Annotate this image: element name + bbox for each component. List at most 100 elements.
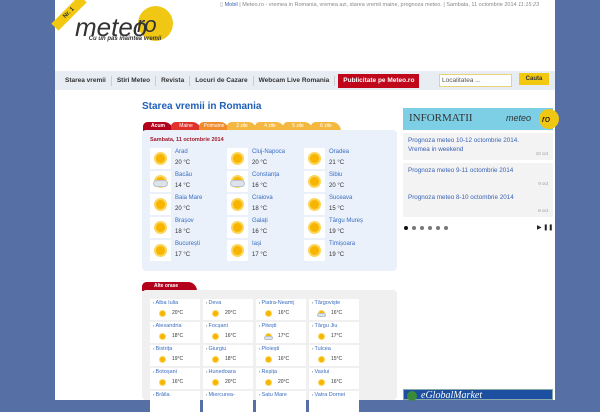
news-date: 10 oct: [535, 151, 548, 156]
city-name[interactable]: Târgu Jiu: [312, 323, 338, 329]
city-name[interactable]: Târgu Mureș: [329, 218, 363, 224]
ad-banner[interactable]: eGlobalMarket: [403, 389, 553, 400]
other-city-item[interactable]: Piatra-Neamț 16°C: [256, 299, 306, 320]
city-item[interactable]: Oradea 21 °C: [304, 148, 376, 170]
city-item[interactable]: Iași 17 °C: [227, 240, 299, 262]
city-item[interactable]: Baia Mare 20 °C: [150, 194, 222, 216]
city-name[interactable]: Alexandria: [153, 323, 182, 329]
other-city-item[interactable]: Pitești17°C: [256, 322, 306, 343]
city-name[interactable]: Târgoviște: [312, 300, 341, 306]
city-name[interactable]: Cluj-Napoca: [252, 149, 285, 155]
other-city-item[interactable]: Vatra Dornei: [309, 391, 359, 412]
carousel-dot[interactable]: [404, 226, 408, 230]
other-city-item[interactable]: Târgu Jiu 17°C: [309, 322, 359, 343]
city-item[interactable]: Timișoara 19 °C: [304, 240, 376, 262]
city-name[interactable]: Reșița: [259, 369, 278, 375]
city-item[interactable]: Arad 20 °C: [150, 148, 222, 170]
other-city-item[interactable]: Tulcea15°C: [309, 345, 359, 366]
city-name[interactable]: Brașov: [175, 218, 194, 224]
search-input[interactable]: Localitatea ...: [439, 74, 512, 87]
nav-locuri-cazare[interactable]: Locuri de Cazare: [190, 75, 254, 86]
city-item[interactable]: Bacău 14 °C: [150, 171, 222, 193]
other-city-item[interactable]: Ploiești 16°C: [256, 345, 306, 366]
nav-revista[interactable]: Revista: [156, 75, 191, 86]
mobile-icon: ▯: [220, 2, 224, 8]
news-title[interactable]: Prognoza meteo 8-10 octombrie 2014: [408, 193, 528, 202]
city-item[interactable]: Suceava 15 °C: [304, 194, 376, 216]
search-button[interactable]: Cauta: [519, 73, 549, 85]
nav-stiri-meteo[interactable]: Stiri Meteo: [112, 75, 157, 86]
other-city-item[interactable]: Alexandria 18°C: [150, 322, 200, 343]
city-name[interactable]: Deva: [206, 300, 222, 306]
city-name[interactable]: Bacău: [175, 172, 192, 178]
city-name[interactable]: Satu Mare: [259, 392, 287, 398]
city-name[interactable]: Galați: [252, 218, 268, 224]
other-city-item[interactable]: Bistrița 19°C: [150, 345, 200, 366]
city-name[interactable]: Miercurea-: [206, 392, 235, 398]
news-title[interactable]: Prognoza meteo 9-11 octombrie 2014: [408, 166, 528, 175]
other-city-item[interactable]: Brăila: [150, 391, 200, 412]
city-temp: 16°C: [278, 356, 290, 362]
city-item[interactable]: Cluj-Napoca 20 °C: [227, 148, 299, 170]
news-title[interactable]: Prognoza meteo 10-12 octombrie 2014. Vre…: [408, 136, 528, 154]
city-name[interactable]: Timișoara: [329, 241, 355, 247]
city-name[interactable]: Vaslui: [312, 369, 330, 375]
sun-icon: [227, 217, 248, 238]
other-city-item[interactable]: Focșani 16°C: [203, 322, 253, 343]
city-name[interactable]: Piatra-Neamț: [259, 300, 294, 306]
city-name[interactable]: Vatra Dornei: [312, 392, 345, 398]
city-name[interactable]: Ploiești: [259, 346, 280, 352]
other-city-item[interactable]: Târgoviște 16°C: [309, 299, 359, 320]
city-item[interactable]: Brașov 18 °C: [150, 217, 222, 239]
carousel-dot[interactable]: [412, 226, 416, 230]
city-name[interactable]: Brăila: [153, 392, 170, 398]
news-item[interactable]: Prognoza meteo 9-11 octombrie 2014 9 oct: [403, 163, 553, 190]
city-temp: 15 °C: [329, 206, 345, 212]
city-name[interactable]: Bistrița: [153, 346, 173, 352]
news-item[interactable]: Prognoza meteo 8-10 octombrie 2014 8 oct: [403, 190, 553, 217]
carousel-dot[interactable]: [444, 226, 448, 230]
city-name[interactable]: Baia Mare: [175, 195, 202, 201]
news-item[interactable]: Prognoza meteo 10-12 octombrie 2014. Vre…: [403, 133, 553, 160]
city-name[interactable]: Pitești: [259, 323, 277, 329]
city-name[interactable]: Oradea: [329, 149, 349, 155]
other-city-item[interactable]: Miercurea-: [203, 391, 253, 412]
city-item[interactable]: București 17 °C: [150, 240, 222, 262]
carousel-dot[interactable]: [428, 226, 432, 230]
other-city-item[interactable]: Deva20°C: [203, 299, 253, 320]
city-item[interactable]: Constanța 16 °C: [227, 171, 299, 193]
city-temp: 15°C: [331, 356, 343, 362]
city-name[interactable]: Suceava: [329, 195, 352, 201]
city-name[interactable]: Botoșani: [153, 369, 177, 375]
city-item[interactable]: Sibiu 20 °C: [304, 171, 376, 193]
nav-starea-vremii[interactable]: Starea vremii: [60, 75, 112, 86]
city-name[interactable]: Tulcea: [312, 346, 331, 352]
city-name[interactable]: Hunedoara: [206, 369, 236, 375]
nav-webcam[interactable]: Webcam Live Romania: [254, 75, 336, 86]
city-name[interactable]: Arad: [175, 149, 188, 155]
city-name[interactable]: Sibiu: [329, 172, 342, 178]
play-pause-controls[interactable]: ▶ ❚❚: [537, 224, 553, 231]
other-city-item[interactable]: Giurgiu 18°C: [203, 345, 253, 366]
city-item[interactable]: Târgu Mureș 19 °C: [304, 217, 376, 239]
other-city-item[interactable]: Hunedoara 20°C: [203, 368, 253, 389]
city-item[interactable]: Craiova 18 °C: [227, 194, 299, 216]
other-city-item[interactable]: Satu Mare: [256, 391, 306, 412]
city-item[interactable]: Galați 16 °C: [227, 217, 299, 239]
city-temp: 20°C: [225, 310, 237, 316]
city-name[interactable]: Constanța: [252, 172, 279, 178]
city-name[interactable]: Alba Iulia: [153, 300, 179, 306]
carousel-dot[interactable]: [436, 226, 440, 230]
city-name[interactable]: București: [175, 241, 200, 247]
other-city-item[interactable]: Alba Iulia 20°C: [150, 299, 200, 320]
city-name[interactable]: Giurgiu: [206, 346, 227, 352]
other-city-item[interactable]: Vaslui16°C: [309, 368, 359, 389]
city-name[interactable]: Focșani: [206, 323, 228, 329]
other-city-item[interactable]: Reșița20°C: [256, 368, 306, 389]
city-name[interactable]: Iași: [252, 241, 261, 247]
carousel-dot[interactable]: [420, 226, 424, 230]
city-name[interactable]: Craiova: [252, 195, 273, 201]
mobile-link[interactable]: Mobil: [225, 2, 238, 8]
nav-publicitate[interactable]: Publicitate pe Meteo.ro: [338, 73, 420, 88]
other-city-item[interactable]: Botoșani 16°C: [150, 368, 200, 389]
